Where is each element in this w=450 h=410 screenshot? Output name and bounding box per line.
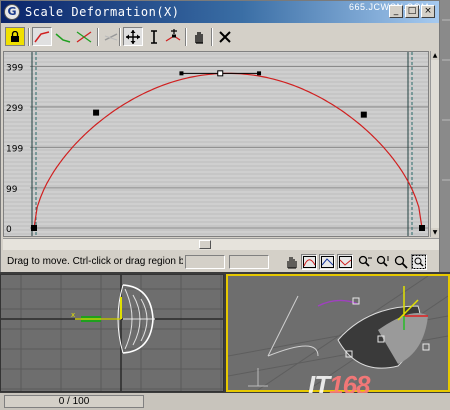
zoom-region-icon [412, 255, 426, 269]
curve-graph[interactable]: 399 299 199 99 0 [3, 51, 429, 237]
delete-icon [219, 30, 231, 43]
curve-red-icon [34, 30, 50, 42]
toolbar-separator [211, 28, 213, 46]
zoom-vertical-extents-icon [338, 256, 352, 268]
zoom-extents-icon [302, 256, 316, 268]
swap-icon [104, 32, 118, 41]
curve-green-icon [55, 32, 71, 43]
bezier-handle-point [179, 71, 184, 76]
minimize-button[interactable]: _ [389, 5, 403, 18]
background-panel [440, 0, 450, 272]
frame-slider[interactable]: 0 / 100 [4, 395, 144, 408]
title-bar[interactable]: G Scale Deformation(X) 665.JCWCN.COM _ □… [1, 1, 439, 23]
zoom-region-button[interactable] [411, 254, 427, 270]
lock-aspect-button[interactable] [5, 27, 25, 46]
viewport-front-scene: x [1, 275, 223, 391]
scroll-up-arrow[interactable]: ▲ [431, 51, 439, 60]
control-point [360, 111, 367, 118]
y-tick-label: 99 [6, 185, 18, 195]
pan-button[interactable] [283, 254, 299, 270]
zoom-horizontal-extents-icon [320, 256, 334, 268]
lock-icon [11, 30, 19, 42]
app-icon: G [4, 4, 20, 20]
close-button[interactable]: × [421, 5, 435, 18]
pan-icon [286, 257, 297, 269]
scroll-down-arrow[interactable]: ▼ [431, 228, 439, 237]
y-tick-label: 199 [6, 144, 23, 154]
insert-corner-point-button[interactable] [163, 27, 183, 46]
window-title: Scale Deformation(X) [25, 5, 180, 19]
scale-control-point-button[interactable] [144, 27, 164, 46]
toolbar-separator [119, 28, 121, 46]
move-icon [126, 29, 140, 44]
bezier-handle-point [257, 71, 262, 76]
graph-canvas[interactable]: 399 299 199 99 0 [4, 52, 428, 236]
move-control-point-button[interactable] [123, 27, 143, 46]
zoom-horizontal-button[interactable] [357, 254, 373, 270]
control-point [31, 225, 37, 231]
toolbar-separator [185, 28, 187, 46]
svg-text:x: x [71, 311, 75, 319]
zoom-extents-button[interactable] [301, 254, 317, 270]
y-tick-label: 399 [6, 63, 23, 73]
toolbar-separator [28, 28, 30, 46]
curve-both-icon [76, 30, 92, 43]
side-graphic [442, 19, 450, 181]
scale-deformation-window: G Scale Deformation(X) 665.JCWCN.COM _ □… [0, 0, 440, 272]
display-y-axis-button[interactable] [53, 27, 73, 46]
delete-control-point-button[interactable] [215, 27, 235, 46]
toolbar [1, 25, 439, 49]
point-y-field[interactable] [229, 255, 269, 269]
point-x-field[interactable] [185, 255, 225, 269]
deformation-curve [33, 72, 423, 229]
viewport-front[interactable]: x [0, 274, 224, 392]
horizontal-scrollbar[interactable] [3, 238, 439, 250]
scale-icon [151, 29, 157, 44]
zoom-icon [394, 255, 408, 269]
zoom-vertical-button[interactable] [375, 254, 391, 270]
time-slider-bar: 0 / 100 [0, 393, 450, 410]
insert-point-icon [165, 28, 181, 42]
zoom-button[interactable] [393, 254, 409, 270]
zoom-vertical-icon [376, 255, 388, 267]
display-xy-axes-button[interactable] [74, 27, 94, 46]
y-tick-label: 0 [6, 225, 12, 235]
horizontal-scrollbar-thumb[interactable] [199, 240, 211, 249]
toolbar-separator [97, 28, 99, 46]
hand-icon [195, 31, 203, 44]
control-point [93, 109, 100, 116]
control-point [419, 225, 425, 231]
display-x-axis-button[interactable] [32, 27, 52, 46]
control-point-selected [217, 70, 224, 77]
swap-curves-button[interactable] [101, 27, 121, 46]
status-bar: Drag to move. Ctrl-click or drag region … [1, 252, 439, 272]
zoom-horizontal-icon [358, 255, 372, 267]
maximize-button[interactable]: □ [405, 5, 419, 18]
vertical-scrollbar[interactable]: ▲ ▼ [430, 51, 439, 237]
zoom-vertical-extents-button[interactable] [337, 254, 353, 270]
status-hint: Drag to move. Ctrl-click or drag region … [7, 256, 183, 267]
reset-curve-button[interactable] [189, 27, 209, 46]
zoom-horizontal-extents-button[interactable] [319, 254, 335, 270]
y-tick-label: 299 [6, 104, 23, 114]
